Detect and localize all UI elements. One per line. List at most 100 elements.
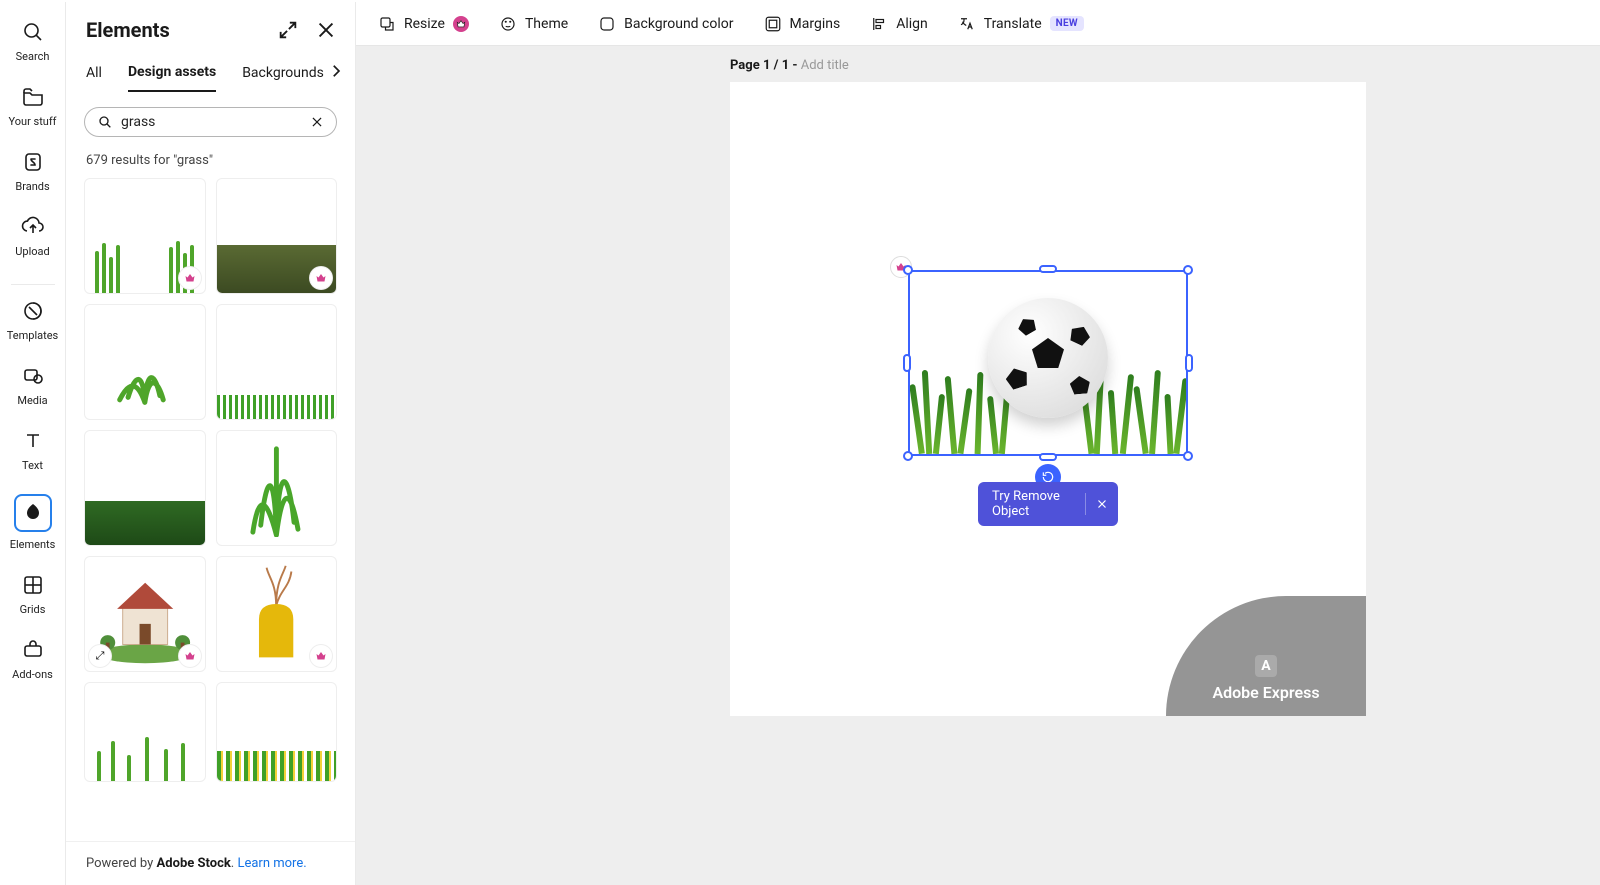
footer-prefix: Powered by — [86, 856, 157, 871]
resize-handle-bl[interactable] — [903, 451, 913, 461]
rail-elements[interactable]: Elements — [0, 494, 66, 551]
resize-edge-bottom[interactable] — [1039, 453, 1057, 461]
result-thumb[interactable] — [216, 556, 338, 672]
bgcolor-label: Background color — [624, 16, 733, 32]
align-button[interactable]: Align — [870, 15, 928, 33]
tab-backgrounds[interactable]: Backgrounds — [242, 55, 324, 91]
align-label: Align — [896, 16, 928, 32]
page-label-strong: Page 1 / 1 - — [730, 58, 801, 73]
search-icon — [97, 114, 113, 130]
rail-text-label: Text — [22, 459, 43, 472]
clear-search-icon[interactable] — [310, 115, 324, 129]
search-input-wrap — [84, 107, 337, 137]
margins-label: Margins — [790, 16, 841, 32]
rail-search[interactable]: Search — [0, 20, 66, 63]
tabs-scroll-right[interactable] — [327, 62, 345, 84]
translate-label: Translate — [984, 16, 1042, 32]
resize-icon — [378, 15, 396, 33]
addons-icon — [21, 638, 45, 662]
result-thumb[interactable] — [84, 682, 206, 782]
watermark: A Adobe Express — [1166, 596, 1366, 716]
upload-icon — [21, 215, 45, 239]
rail-brands-label: Brands — [15, 180, 49, 193]
resize-handle-tl[interactable] — [903, 265, 913, 275]
footer-learn-more[interactable]: Learn more. — [237, 856, 306, 871]
rail-media[interactable]: Media — [0, 364, 66, 407]
result-thumb[interactable] — [216, 682, 338, 782]
panel-title: Elements — [86, 18, 170, 42]
premium-icon — [453, 16, 469, 32]
expand-icon[interactable] — [277, 19, 299, 41]
selection-border — [908, 270, 1188, 456]
resize-button[interactable]: Resize — [378, 15, 469, 33]
resize-edge-right[interactable] — [1185, 354, 1193, 372]
elements-panel: Elements All Design assets Backgrounds 6… — [66, 2, 356, 885]
dismiss-pill-button[interactable] — [1086, 498, 1118, 510]
margins-icon — [764, 15, 782, 33]
templates-icon — [21, 299, 45, 323]
resize-handle-tr[interactable] — [1183, 265, 1193, 275]
canvas-toolbar: Resize Theme Background color Margins Al… — [356, 2, 1600, 46]
resize-label: Resize — [404, 16, 445, 32]
try-remove-object-pill: Try Remove Object — [978, 482, 1118, 526]
text-icon — [21, 429, 45, 453]
result-thumb[interactable] — [216, 304, 338, 420]
resize-handle-br[interactable] — [1183, 451, 1193, 461]
bgcolor-button[interactable]: Background color — [598, 15, 733, 33]
translate-button[interactable]: Translate NEW — [958, 15, 1084, 33]
expand-badge: ⤢ — [89, 645, 111, 667]
rail-your-stuff-label: Your stuff — [8, 115, 56, 128]
panel-tabs: All Design assets Backgrounds — [66, 54, 355, 93]
results-count: 679 results for "grass" — [66, 147, 355, 178]
theme-label: Theme — [525, 16, 568, 32]
rail-upload[interactable]: Upload — [0, 215, 66, 258]
rail-divider — [11, 284, 55, 285]
rail-templates[interactable]: Templates — [0, 299, 66, 342]
rail-brands[interactable]: Brands — [0, 150, 66, 193]
page-title-placeholder: Add title — [801, 58, 849, 73]
rail-elements-label: Elements — [10, 538, 56, 551]
results-grid: ⤢ — [66, 178, 355, 841]
theme-icon — [499, 15, 517, 33]
left-rail: Search Your stuff Brands Upload Template… — [0, 2, 66, 885]
result-thumb[interactable] — [216, 430, 338, 546]
premium-badge — [179, 645, 201, 667]
search-input[interactable] — [121, 114, 310, 130]
rail-addons-label: Add-ons — [12, 668, 53, 681]
watermark-logo: A — [1255, 655, 1277, 677]
media-icon — [21, 364, 45, 388]
rail-text[interactable]: Text — [0, 429, 66, 472]
rail-search-label: Search — [16, 50, 50, 63]
selected-element[interactable]: Try Remove Object — [908, 270, 1188, 456]
result-thumb[interactable] — [84, 304, 206, 420]
resize-edge-left[interactable] — [903, 354, 911, 372]
close-icon[interactable] — [315, 19, 337, 41]
result-thumb[interactable]: ⤢ — [84, 556, 206, 672]
premium-badge — [310, 267, 332, 289]
page-label[interactable]: Page 1 / 1 - Add title — [730, 58, 849, 73]
premium-badge — [310, 645, 332, 667]
result-thumb[interactable] — [216, 178, 338, 294]
result-thumb[interactable] — [84, 178, 206, 294]
result-thumb[interactable] — [84, 430, 206, 546]
rail-grids[interactable]: Grids — [0, 573, 66, 616]
canvas-zone: Page 1 / 1 - Add title — [356, 46, 1600, 885]
rail-grids-label: Grids — [20, 603, 46, 616]
premium-badge — [179, 267, 201, 289]
rail-media-label: Media — [17, 394, 47, 407]
theme-button[interactable]: Theme — [499, 15, 568, 33]
grids-icon — [21, 573, 45, 597]
resize-edge-top[interactable] — [1039, 265, 1057, 273]
rail-your-stuff[interactable]: Your stuff — [0, 85, 66, 128]
elements-icon — [21, 501, 45, 525]
rail-templates-label: Templates — [7, 329, 58, 342]
panel-header: Elements — [66, 2, 355, 54]
tab-all[interactable]: All — [86, 55, 102, 91]
tab-design-assets[interactable]: Design assets — [128, 54, 216, 92]
bgcolor-icon — [598, 15, 616, 33]
margins-button[interactable]: Margins — [764, 15, 841, 33]
artboard[interactable]: Try Remove Object A Adobe Express — [730, 82, 1366, 716]
rail-addons[interactable]: Add-ons — [0, 638, 66, 681]
brands-icon — [21, 150, 45, 174]
try-remove-object-button[interactable]: Try Remove Object — [978, 482, 1085, 526]
